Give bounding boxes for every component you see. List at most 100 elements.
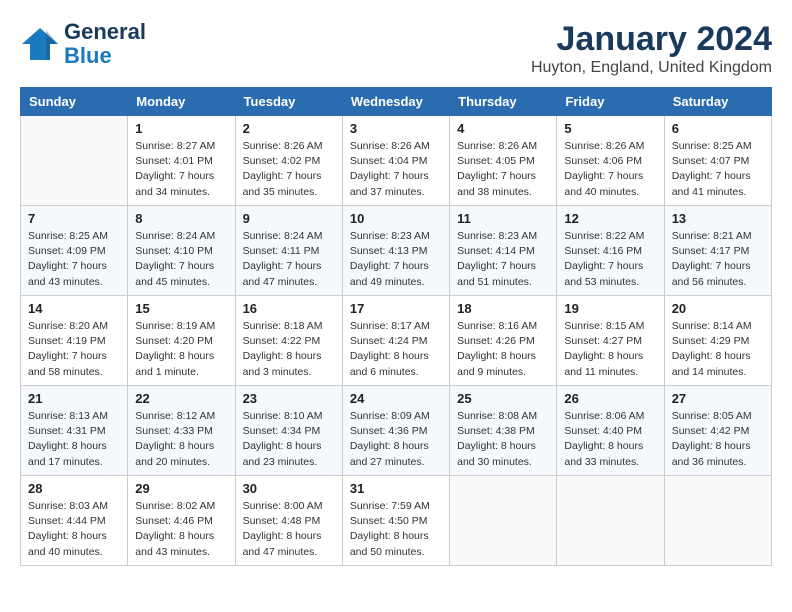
calendar-cell: 17 Sunrise: 8:17 AMSunset: 4:24 PMDayligh… (342, 296, 449, 386)
day-info: Sunrise: 8:26 AMSunset: 4:06 PMDaylight:… (564, 139, 656, 200)
day-info: Sunrise: 8:24 AMSunset: 4:10 PMDaylight:… (135, 229, 227, 290)
calendar-week-4: 21 Sunrise: 8:13 AMSunset: 4:31 PMDayligh… (21, 386, 772, 476)
day-number: 2 (243, 121, 335, 136)
col-header-friday: Friday (557, 88, 664, 116)
day-info: Sunrise: 8:12 AMSunset: 4:33 PMDaylight:… (135, 409, 227, 470)
day-info: Sunrise: 8:14 AMSunset: 4:29 PMDaylight:… (672, 319, 764, 380)
logo-general: General (64, 20, 146, 44)
calendar-cell (21, 116, 128, 206)
day-number: 10 (350, 211, 442, 226)
day-info: Sunrise: 8:23 AMSunset: 4:13 PMDaylight:… (350, 229, 442, 290)
day-info: Sunrise: 7:59 AMSunset: 4:50 PMDaylight:… (350, 499, 442, 560)
day-number: 5 (564, 121, 656, 136)
col-header-saturday: Saturday (664, 88, 771, 116)
day-number: 12 (564, 211, 656, 226)
day-info: Sunrise: 8:26 AMSunset: 4:05 PMDaylight:… (457, 139, 549, 200)
day-number: 14 (28, 301, 120, 316)
day-info: Sunrise: 8:03 AMSunset: 4:44 PMDaylight:… (28, 499, 120, 560)
day-info: Sunrise: 8:06 AMSunset: 4:40 PMDaylight:… (564, 409, 656, 470)
calendar-cell: 28 Sunrise: 8:03 AMSunset: 4:44 PMDayligh… (21, 476, 128, 566)
calendar-cell: 26 Sunrise: 8:06 AMSunset: 4:40 PMDayligh… (557, 386, 664, 476)
day-number: 24 (350, 391, 442, 406)
calendar-week-1: 1 Sunrise: 8:27 AMSunset: 4:01 PMDaylight… (21, 116, 772, 206)
day-number: 15 (135, 301, 227, 316)
day-number: 20 (672, 301, 764, 316)
month-year-title: January 2024 (531, 20, 772, 59)
day-info: Sunrise: 8:23 AMSunset: 4:14 PMDaylight:… (457, 229, 549, 290)
calendar-cell: 19Sunrise: 8:15 AMSunset: 4:27 PMDayligh… (557, 296, 664, 386)
day-info: Sunrise: 8:08 AMSunset: 4:38 PMDaylight:… (457, 409, 549, 470)
day-info: Sunrise: 8:26 AMSunset: 4:02 PMDaylight:… (243, 139, 335, 200)
day-info: Sunrise: 8:16 AMSunset: 4:26 PMDaylight:… (457, 319, 549, 380)
day-info: Sunrise: 8:26 AMSunset: 4:04 PMDaylight:… (350, 139, 442, 200)
day-number: 11 (457, 211, 549, 226)
calendar-cell: 16 Sunrise: 8:18 AMSunset: 4:22 PMDayligh… (235, 296, 342, 386)
day-number: 21 (28, 391, 120, 406)
calendar-cell: 25 Sunrise: 8:08 AMSunset: 4:38 PMDayligh… (450, 386, 557, 476)
col-header-monday: Monday (128, 88, 235, 116)
calendar-week-2: 7 Sunrise: 8:25 AMSunset: 4:09 PMDaylight… (21, 206, 772, 296)
day-number: 4 (457, 121, 549, 136)
calendar-cell: 27Sunrise: 8:05 AMSunset: 4:42 PMDayligh… (664, 386, 771, 476)
page-header: General Blue January 2024 Huyton, Englan… (20, 20, 772, 77)
calendar-cell: 11 Sunrise: 8:23 AMSunset: 4:14 PMDayligh… (450, 206, 557, 296)
day-info: Sunrise: 8:17 AMSunset: 4:24 PMDaylight:… (350, 319, 442, 380)
day-info: Sunrise: 8:09 AMSunset: 4:36 PMDaylight:… (350, 409, 442, 470)
day-number: 25 (457, 391, 549, 406)
logo-icon (20, 26, 60, 62)
calendar-cell: 30 Sunrise: 8:00 AMSunset: 4:48 PMDayligh… (235, 476, 342, 566)
calendar-cell: 15 Sunrise: 8:19 AMSunset: 4:20 PMDayligh… (128, 296, 235, 386)
calendar-cell (450, 476, 557, 566)
day-number: 13 (672, 211, 764, 226)
day-number: 17 (350, 301, 442, 316)
col-header-tuesday: Tuesday (235, 88, 342, 116)
calendar-cell: 9Sunrise: 8:24 AMSunset: 4:11 PMDaylight… (235, 206, 342, 296)
calendar-cell: 5 Sunrise: 8:26 AMSunset: 4:06 PMDaylight… (557, 116, 664, 206)
calendar-cell: 13Sunrise: 8:21 AMSunset: 4:17 PMDayligh… (664, 206, 771, 296)
calendar-cell: 29 Sunrise: 8:02 AMSunset: 4:46 PMDayligh… (128, 476, 235, 566)
calendar-cell: 20 Sunrise: 8:14 AMSunset: 4:29 PMDayligh… (664, 296, 771, 386)
day-info: Sunrise: 8:27 AMSunset: 4:01 PMDaylight:… (135, 139, 227, 200)
title-block: January 2024 Huyton, England, United Kin… (531, 20, 772, 77)
day-info: Sunrise: 8:18 AMSunset: 4:22 PMDaylight:… (243, 319, 335, 380)
calendar-cell: 22Sunrise: 8:12 AMSunset: 4:33 PMDayligh… (128, 386, 235, 476)
col-header-thursday: Thursday (450, 88, 557, 116)
day-number: 28 (28, 481, 120, 496)
calendar-cell: 1 Sunrise: 8:27 AMSunset: 4:01 PMDaylight… (128, 116, 235, 206)
calendar-cell (557, 476, 664, 566)
day-number: 27 (672, 391, 764, 406)
location-subtitle: Huyton, England, United Kingdom (531, 59, 772, 77)
day-info: Sunrise: 8:10 AMSunset: 4:34 PMDaylight:… (243, 409, 335, 470)
day-number: 9 (243, 211, 335, 226)
calendar-cell: 24 Sunrise: 8:09 AMSunset: 4:36 PMDayligh… (342, 386, 449, 476)
day-info: Sunrise: 8:02 AMSunset: 4:46 PMDaylight:… (135, 499, 227, 560)
day-number: 26 (564, 391, 656, 406)
day-info: Sunrise: 8:13 AMSunset: 4:31 PMDaylight:… (28, 409, 120, 470)
day-number: 16 (243, 301, 335, 316)
day-number: 1 (135, 121, 227, 136)
day-info: Sunrise: 8:22 AMSunset: 4:16 PMDaylight:… (564, 229, 656, 290)
day-number: 30 (243, 481, 335, 496)
calendar-cell: 14 Sunrise: 8:20 AMSunset: 4:19 PMDayligh… (21, 296, 128, 386)
day-info: Sunrise: 8:25 AMSunset: 4:09 PMDaylight:… (28, 229, 120, 290)
day-number: 8 (135, 211, 227, 226)
col-header-sunday: Sunday (21, 88, 128, 116)
calendar-week-5: 28 Sunrise: 8:03 AMSunset: 4:44 PMDayligh… (21, 476, 772, 566)
calendar-cell: 23Sunrise: 8:10 AMSunset: 4:34 PMDayligh… (235, 386, 342, 476)
day-info: Sunrise: 8:20 AMSunset: 4:19 PMDaylight:… (28, 319, 120, 380)
day-number: 18 (457, 301, 549, 316)
calendar-week-3: 14 Sunrise: 8:20 AMSunset: 4:19 PMDayligh… (21, 296, 772, 386)
day-info: Sunrise: 8:19 AMSunset: 4:20 PMDaylight:… (135, 319, 227, 380)
calendar-cell: 8 Sunrise: 8:24 AMSunset: 4:10 PMDaylight… (128, 206, 235, 296)
day-number: 7 (28, 211, 120, 226)
day-info: Sunrise: 8:00 AMSunset: 4:48 PMDaylight:… (243, 499, 335, 560)
day-number: 29 (135, 481, 227, 496)
calendar-cell: 2 Sunrise: 8:26 AMSunset: 4:02 PMDaylight… (235, 116, 342, 206)
day-info: Sunrise: 8:25 AMSunset: 4:07 PMDaylight:… (672, 139, 764, 200)
day-number: 31 (350, 481, 442, 496)
day-number: 19 (564, 301, 656, 316)
calendar-table: SundayMondayTuesdayWednesdayThursdayFrid… (20, 87, 772, 566)
calendar-cell: 18 Sunrise: 8:16 AMSunset: 4:26 PMDayligh… (450, 296, 557, 386)
day-number: 3 (350, 121, 442, 136)
calendar-cell (664, 476, 771, 566)
